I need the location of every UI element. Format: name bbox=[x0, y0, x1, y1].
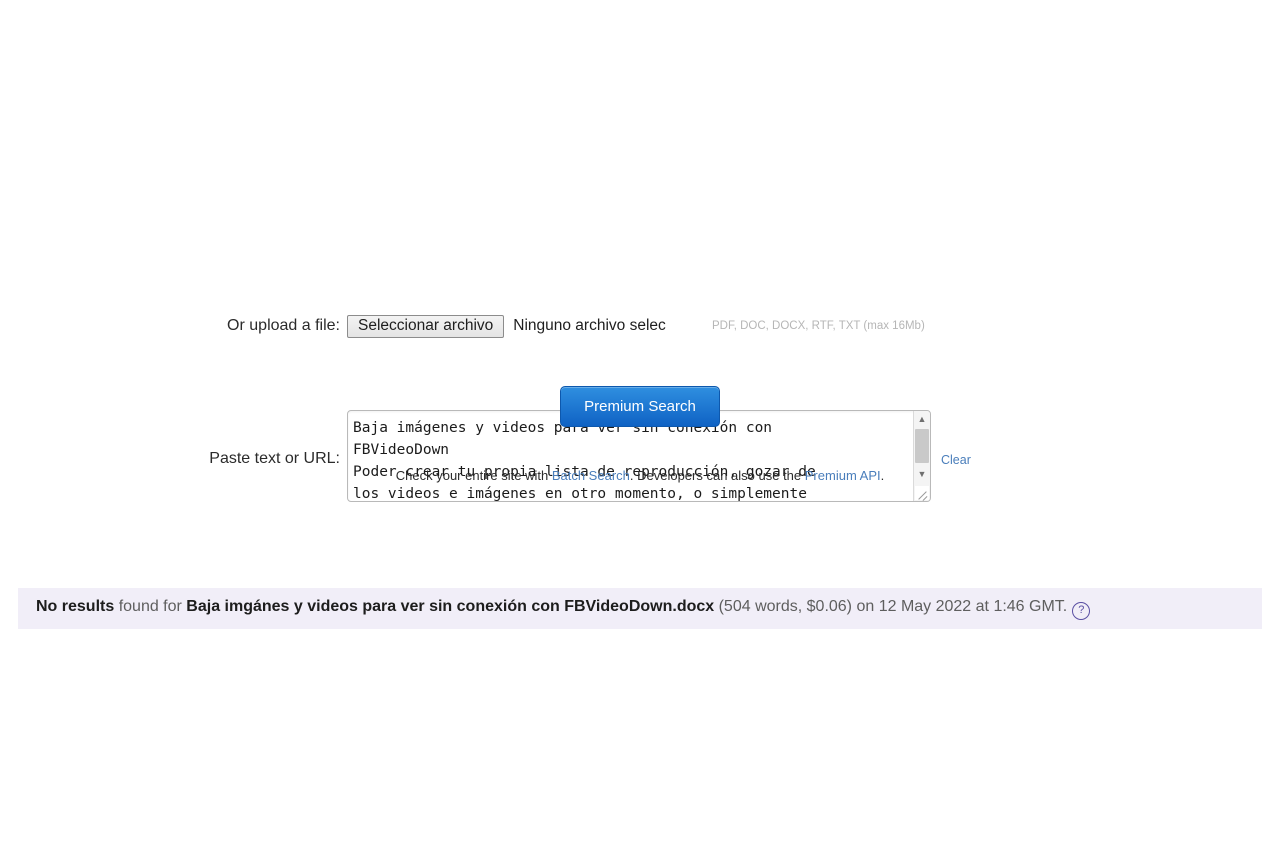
choose-file-button[interactable]: Seleccionar archivo bbox=[347, 314, 505, 338]
selected-file-name: Ninguno archivo selec bbox=[513, 317, 666, 334]
footer-text-after: . bbox=[880, 468, 885, 483]
textarea-resize-grip-icon[interactable] bbox=[915, 486, 929, 500]
premium-api-link[interactable]: Premium API bbox=[805, 468, 881, 483]
file-upload-label: Or upload a file: bbox=[227, 317, 340, 334]
file-input[interactable]: Seleccionar archivo Ninguno archivo sele… bbox=[347, 313, 666, 339]
scrollbar-thumb[interactable] bbox=[915, 429, 929, 463]
premium-search-button[interactable]: Premium Search bbox=[560, 386, 720, 427]
paste-text-row: Paste text or URL: Baja imágenes y video… bbox=[0, 205, 1280, 502]
paste-text-label: Paste text or URL: bbox=[209, 450, 340, 467]
result-meta: (504 words, $0.06) on 12 May 2022 at 1:4… bbox=[714, 597, 1068, 615]
help-icon[interactable]: ? bbox=[1072, 601, 1091, 620]
footer-text-before: Check your entire site with bbox=[395, 468, 552, 483]
clear-link[interactable]: Clear bbox=[941, 453, 971, 467]
file-format-hint: PDF, DOC, DOCX, RTF, TXT (max 16Mb) bbox=[712, 320, 925, 332]
result-status-label: No results bbox=[36, 597, 115, 615]
submit-row: Premium Search bbox=[0, 386, 1280, 427]
footer-note: Check your entire site with Batch Search… bbox=[0, 468, 1280, 483]
result-document-name: Baja imgánes y videos para ver sin conex… bbox=[186, 597, 715, 615]
result-found-for-text: found for bbox=[114, 597, 187, 615]
file-upload-row: Or upload a file: Seleccionar archivo Ni… bbox=[0, 313, 1280, 341]
result-status-bar: No results found for Baja imgánes y vide… bbox=[18, 588, 1262, 629]
batch-search-link[interactable]: Batch Search bbox=[552, 468, 630, 483]
footer-text-middle: . Developers can also use the bbox=[629, 468, 805, 483]
result-status-text: No results found for Baja imgánes y vide… bbox=[36, 597, 1091, 620]
